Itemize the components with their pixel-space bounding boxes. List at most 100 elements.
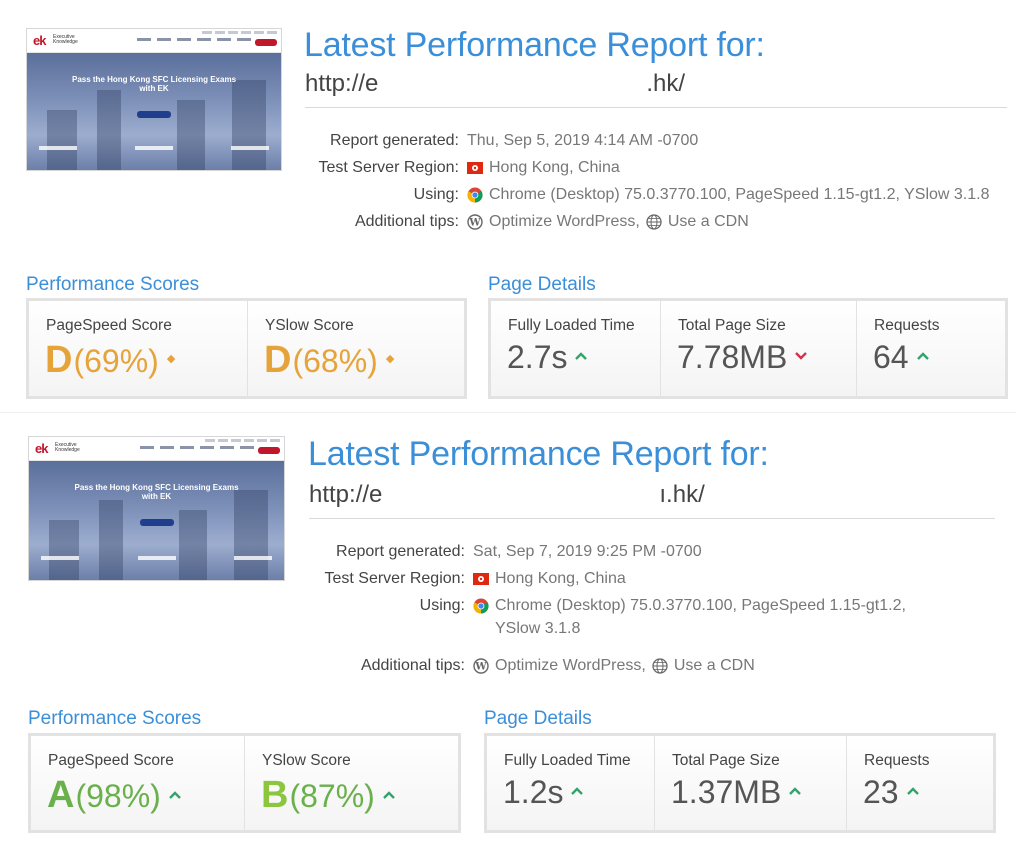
trend-up-icon — [916, 352, 929, 360]
fully-loaded-time-number: 2.7s — [507, 339, 568, 375]
total-page-size-cell[interactable]: Total Page Size 1.37MB — [655, 736, 847, 830]
tip-use-cdn[interactable]: Use a CDN — [674, 657, 755, 675]
using-label: Using: — [413, 186, 459, 203]
thumbnail-logo: ek — [35, 441, 49, 456]
pagespeed-percent: (98%) — [75, 778, 161, 814]
pagespeed-percent: (69%) — [73, 343, 159, 379]
pagespeed-neutral-icon: ◆ — [166, 353, 176, 365]
tip-use-cdn[interactable]: Use a CDN — [668, 213, 749, 231]
url-end: ı.hk/ — [659, 481, 705, 508]
svg-text:W: W — [468, 218, 481, 229]
hong-kong-flag-icon — [473, 573, 489, 585]
thumbnail-cta — [255, 39, 277, 46]
yslow-value: D (68%) ◆ — [264, 339, 394, 382]
title-divider — [309, 518, 995, 519]
report-url[interactable]: http://e .hk/ — [305, 70, 685, 98]
fully-loaded-time-number: 1.2s — [503, 774, 564, 810]
page-details-title: Page Details — [484, 708, 592, 729]
requests-cell[interactable]: Requests 64 — [857, 301, 1005, 396]
pagespeed-value: A (98%) — [47, 774, 181, 817]
wordpress-icon: W — [473, 658, 489, 674]
fully-loaded-time-label: Fully Loaded Time — [504, 752, 631, 769]
thumbnail-topbar — [205, 439, 280, 442]
report-url[interactable]: http://e ı.hk/ — [309, 481, 705, 509]
requests-label: Requests — [864, 752, 930, 769]
performance-scores-panel: PageSpeed Score D (69%) ◆ YSlow Score D … — [26, 298, 467, 399]
report-title: Latest Performance Report for: — [308, 435, 769, 473]
requests-cell[interactable]: Requests 23 — [847, 736, 993, 830]
total-page-size-number: 1.37MB — [671, 774, 782, 810]
fully-loaded-time-label: Fully Loaded Time — [508, 317, 635, 334]
pagespeed-score-cell[interactable]: PageSpeed Score D (69%) ◆ — [29, 301, 248, 396]
hong-kong-flag-icon — [467, 162, 483, 174]
thumbnail-logo-sub: Executive Knowledge — [53, 34, 78, 45]
svg-text:W: W — [474, 662, 487, 673]
yslow-score-cell[interactable]: YSlow Score D (68%) ◆ — [248, 301, 464, 396]
yslow-neutral-icon: ◆ — [385, 353, 395, 365]
yslow-grade: B — [261, 774, 288, 816]
region-label: Test Server Region: — [324, 570, 465, 587]
thumbnail-headline: Pass the Hong Kong SFC Licensing Exams w… — [74, 483, 239, 501]
region-label: Test Server Region: — [318, 159, 459, 176]
tip-optimize-wordpress[interactable]: Optimize WordPress, — [495, 657, 646, 675]
total-page-size-label: Total Page Size — [678, 317, 786, 334]
using-text: Chrome (Desktop) 75.0.3770.100, PageSpee… — [489, 186, 990, 203]
region-text: Hong Kong, China — [489, 159, 620, 176]
report-generated-value: Thu, Sep 5, 2019 4:14 AM -0700 — [467, 132, 699, 149]
globe-icon — [646, 214, 662, 230]
using-label: Using: — [419, 597, 465, 614]
thumbnail-logo: ek — [33, 33, 47, 48]
trend-down-icon — [795, 352, 808, 360]
total-page-size-cell[interactable]: Total Page Size 7.78MB — [661, 301, 857, 396]
page-details-panel: Fully Loaded Time 2.7s Total Page Size 7… — [488, 298, 1008, 399]
yslow-value: B (87%) — [261, 774, 395, 817]
url-redacted — [378, 73, 647, 96]
region-text: Hong Kong, China — [495, 570, 626, 587]
requests-number: 23 — [863, 774, 899, 810]
trend-up-icon — [906, 787, 919, 795]
chrome-icon — [473, 598, 489, 614]
fully-loaded-time-cell[interactable]: Fully Loaded Time 2.7s — [491, 301, 661, 396]
page-details-panel: Fully Loaded Time 1.2s Total Page Size 1… — [484, 733, 996, 833]
pagespeed-grade: D — [45, 339, 72, 381]
yslow-label: YSlow Score — [262, 752, 351, 769]
fully-loaded-time-value: 2.7s — [507, 339, 588, 376]
yslow-score-cell[interactable]: YSlow Score B (87%) — [245, 736, 458, 830]
tip-optimize-wordpress[interactable]: Optimize WordPress, — [489, 213, 640, 231]
total-page-size-value: 1.37MB — [671, 774, 802, 811]
trend-up-icon — [571, 787, 584, 795]
title-divider — [305, 107, 1007, 108]
report-meta: Report generated: Thu, Sep 5, 2019 4:14 … — [0, 130, 1024, 240]
trend-up-icon — [382, 791, 395, 799]
fully-loaded-time-cell[interactable]: Fully Loaded Time 1.2s — [487, 736, 655, 830]
total-page-size-label: Total Page Size — [672, 752, 780, 769]
thumbnail-links — [137, 38, 251, 41]
pagespeed-grade: A — [47, 774, 74, 816]
thumbnail-logo-sub: Executive Knowledge — [55, 442, 80, 453]
url-redacted — [382, 484, 660, 507]
thumbnail-nav: ek Executive Knowledge — [27, 29, 281, 53]
fully-loaded-time-value: 1.2s — [503, 774, 584, 811]
tips-label: Additional tips: — [354, 213, 459, 230]
thumbnail-button — [139, 519, 174, 526]
region-value: Hong Kong, China — [467, 159, 620, 177]
yslow-percent: (87%) — [289, 778, 375, 814]
pagespeed-label: PageSpeed Score — [48, 752, 174, 769]
tips-label: Additional tips: — [360, 657, 465, 674]
report-generated-label: Report generated: — [336, 543, 465, 560]
performance-scores-panel: PageSpeed Score A (98%) YSlow Score B (8… — [28, 733, 461, 833]
requests-value: 23 — [863, 774, 919, 811]
pagespeed-value: D (69%) ◆ — [45, 339, 175, 382]
tips-value: W Optimize WordPress, Use a CDN — [467, 213, 749, 231]
thumbnail-topbar — [202, 31, 277, 34]
wordpress-icon: W — [467, 214, 483, 230]
pagespeed-score-cell[interactable]: PageSpeed Score A (98%) — [31, 736, 245, 830]
performance-scores-title: Performance Scores — [28, 708, 202, 729]
using-value-continued: YSlow 3.1.8 — [495, 620, 581, 637]
total-page-size-value: 7.78MB — [677, 339, 808, 376]
thumbnail-nav: ek Executive Knowledge — [29, 437, 284, 461]
url-start: http://e — [309, 481, 383, 508]
url-start: http://e — [305, 70, 379, 97]
performance-scores-title: Performance Scores — [26, 274, 200, 295]
requests-label: Requests — [874, 317, 940, 334]
